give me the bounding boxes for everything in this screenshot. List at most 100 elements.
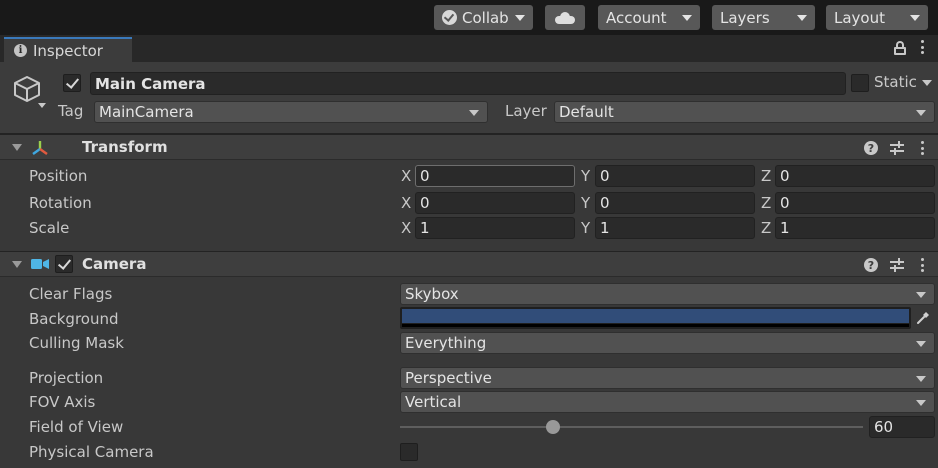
position-y-field[interactable]: 0: [595, 165, 755, 187]
object-active-checkbox[interactable]: [63, 74, 81, 92]
scale-z-field[interactable]: 1: [775, 217, 935, 239]
culling-mask-label: Culling Mask: [29, 334, 124, 352]
field-of-view-value-field[interactable]: 60: [869, 416, 935, 438]
video-camera-icon: [31, 259, 49, 269]
collab-button[interactable]: Collab: [434, 5, 533, 30]
rotation-y-field[interactable]: 0: [595, 192, 755, 214]
field-of-view-label: Field of View: [29, 418, 124, 436]
eyedropper-icon: [917, 312, 929, 324]
axis-x-label[interactable]: X: [401, 167, 411, 185]
culling-mask-dropdown[interactable]: Everything: [400, 332, 935, 354]
background-label: Background: [29, 310, 119, 328]
physical-camera-checkbox[interactable]: [400, 443, 418, 461]
chevron-down-icon: [910, 14, 920, 21]
chevron-down-icon: [916, 110, 926, 116]
top-toolbar: Collab Account Layers Layout: [0, 0, 938, 35]
clear-flags-label: Clear Flags: [29, 285, 113, 303]
projection-dropdown[interactable]: Perspective: [400, 367, 935, 389]
chevron-down-icon: [515, 14, 525, 21]
background-alpha-bar: [402, 324, 909, 327]
position-label: Position: [29, 167, 88, 185]
presets-icon[interactable]: [890, 258, 904, 272]
collab-check-icon: [442, 10, 457, 25]
help-icon[interactable]: ?: [864, 141, 878, 155]
layer-value: Default: [559, 103, 614, 121]
static-checkbox[interactable]: [851, 74, 869, 92]
tab-inspector-label: Inspector: [33, 41, 103, 60]
account-label: Account: [606, 8, 667, 27]
field-of-view-slider-track[interactable]: [400, 426, 863, 428]
tag-dropdown[interactable]: MainCamera: [94, 101, 488, 123]
layer-dropdown[interactable]: Default: [554, 101, 935, 123]
clear-flags-dropdown[interactable]: Skybox: [400, 283, 935, 305]
eyedropper-button[interactable]: [911, 307, 935, 329]
axis-x-label[interactable]: X: [401, 194, 411, 212]
axis-z-label[interactable]: Z: [761, 219, 771, 237]
chevron-down-icon: [682, 14, 692, 21]
projection-label: Projection: [29, 369, 104, 387]
axis-y-label[interactable]: Y: [581, 219, 590, 237]
axis-z-label[interactable]: Z: [761, 194, 771, 212]
background-color-swatch[interactable]: [402, 309, 909, 323]
transform-header[interactable]: Transform ?: [0, 134, 938, 160]
field-of-view-slider-thumb[interactable]: [546, 420, 561, 434]
foldout-arrow-icon[interactable]: [12, 144, 22, 151]
object-name-field[interactable]: Main Camera: [90, 72, 846, 95]
camera-enabled-checkbox[interactable]: [55, 255, 73, 273]
chevron-down-icon: [797, 14, 807, 21]
gameobject-cube-icon[interactable]: [12, 74, 46, 108]
object-header: Main Camera Static Tag MainCamera Layer …: [0, 62, 938, 134]
axis-y-label[interactable]: Y: [581, 167, 590, 185]
camera-header[interactable]: Camera ?: [0, 251, 938, 277]
layout-label: Layout: [834, 8, 885, 27]
lock-icon[interactable]: [894, 41, 906, 55]
layer-label: Layer: [505, 102, 547, 120]
axis-x-label[interactable]: X: [401, 219, 411, 237]
clear-flags-value: Skybox: [405, 285, 459, 303]
chevron-down-icon: [916, 292, 926, 298]
scale-label: Scale: [29, 219, 70, 237]
layers-label: Layers: [720, 8, 770, 27]
foldout-arrow-icon[interactable]: [12, 261, 22, 268]
physical-camera-label: Physical Camera: [29, 443, 154, 461]
layout-dropdown[interactable]: Layout: [826, 5, 928, 30]
fov-axis-value: Vertical: [405, 393, 462, 411]
position-x-field[interactable]: 0: [415, 165, 575, 187]
static-label[interactable]: Static: [874, 73, 917, 91]
static-dropdown-icon[interactable]: [922, 80, 932, 86]
projection-value: Perspective: [405, 369, 492, 387]
help-icon[interactable]: ?: [864, 258, 878, 272]
info-icon: i: [14, 44, 27, 57]
transform-axes-icon: [32, 141, 48, 155]
chevron-down-icon: [469, 110, 479, 116]
tag-label: Tag: [58, 102, 84, 120]
scale-x-field[interactable]: 1: [415, 217, 575, 239]
cloud-button[interactable]: [545, 5, 585, 30]
culling-mask-value: Everything: [405, 334, 487, 352]
position-z-field[interactable]: 0: [775, 165, 935, 187]
background-color-field[interactable]: [400, 307, 911, 329]
component-menu-icon[interactable]: [921, 141, 925, 155]
tab-bar: i Inspector: [0, 35, 938, 62]
component-menu-icon[interactable]: [921, 258, 925, 272]
cloud-icon: [555, 11, 575, 24]
rotation-label: Rotation: [29, 194, 92, 212]
fov-axis-label: FOV Axis: [29, 393, 96, 411]
rotation-z-field[interactable]: 0: [775, 192, 935, 214]
fov-axis-dropdown[interactable]: Vertical: [400, 391, 935, 413]
axis-y-label[interactable]: Y: [581, 194, 590, 212]
collab-label: Collab: [462, 8, 509, 27]
scale-y-field[interactable]: 1: [595, 217, 755, 239]
tab-menu-icon[interactable]: [921, 40, 925, 54]
tab-inspector[interactable]: i Inspector: [4, 37, 132, 62]
camera-title: Camera: [82, 255, 147, 273]
presets-icon[interactable]: [890, 141, 904, 155]
axis-z-label[interactable]: Z: [761, 167, 771, 185]
rotation-x-field[interactable]: 0: [415, 192, 575, 214]
account-dropdown[interactable]: Account: [598, 5, 700, 30]
chevron-down-icon: [916, 376, 926, 382]
chevron-down-icon: [916, 400, 926, 406]
layers-dropdown[interactable]: Layers: [712, 5, 815, 30]
tag-value: MainCamera: [99, 103, 194, 121]
transform-title: Transform: [82, 138, 168, 156]
